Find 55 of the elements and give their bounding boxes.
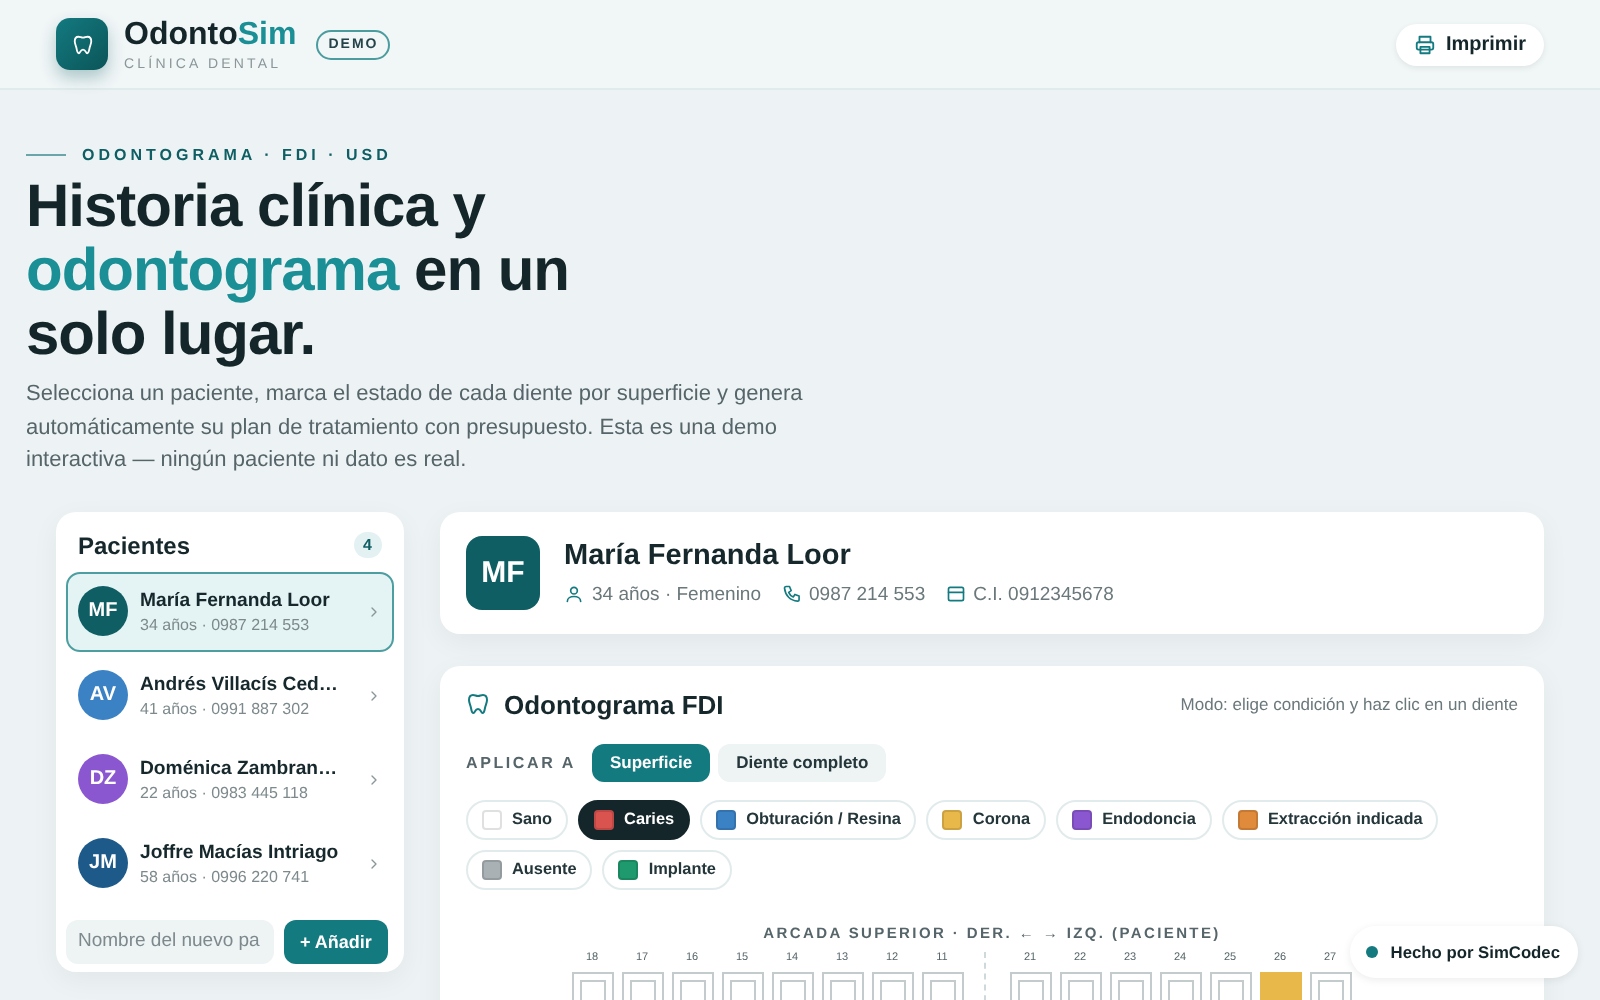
patient-meta: 58 años · 0996 220 741 bbox=[140, 867, 312, 885]
chevron-icon bbox=[366, 603, 382, 619]
patient-item[interactable]: JM Joffre Macías Intriago 58 años · 0996 220 741 bbox=[66, 823, 394, 903]
patient-meta: 22 años · 0983 445 118 bbox=[140, 783, 310, 801]
count-badge: 4 bbox=[353, 532, 382, 558]
patient-avatar: MF bbox=[466, 535, 540, 609]
logo-icon bbox=[56, 18, 108, 70]
chevron-icon bbox=[366, 771, 382, 787]
print-button[interactable]: Imprimir bbox=[1395, 23, 1544, 65]
list-title: Pacientes bbox=[78, 531, 191, 559]
patient-avatar: MF bbox=[78, 586, 128, 636]
patient-item[interactable]: AV Andrés Villacís Ced… 41 años · 0991 887 302 bbox=[66, 655, 394, 735]
patient-id: C.I. 0912345678 bbox=[973, 583, 1114, 605]
section-title: Odontograma FDI bbox=[504, 689, 726, 719]
patient-name: María Fernanda Loor bbox=[140, 589, 332, 611]
patient-avatar: AV bbox=[78, 670, 128, 720]
apply-toggle[interactable]: Superficie bbox=[591, 743, 711, 781]
status-dot bbox=[1366, 946, 1379, 958]
condition-chip[interactable]: Endodoncia bbox=[1056, 799, 1212, 839]
phone-icon bbox=[781, 584, 801, 604]
hero-title: Historia clínica y odontograma en un solo lugar. bbox=[26, 176, 572, 368]
patient-meta: 41 años · 0991 887 302 bbox=[140, 699, 312, 717]
patient-meta: 34 años · 0987 214 553 bbox=[140, 615, 312, 633]
credit-label: Hecho por SimCodec bbox=[1390, 942, 1560, 962]
chevron-icon bbox=[366, 855, 382, 871]
apply-label: APLICAR A bbox=[466, 753, 576, 771]
patient-item[interactable]: DZ Doménica Zambran… 22 años · 0983 445 118 bbox=[66, 739, 394, 819]
apply-toggle[interactable]: Diente completo bbox=[718, 743, 887, 781]
condition-chip[interactable]: Caries bbox=[578, 799, 691, 839]
mode-hint: Modo: elige condición y haz clic en un diente bbox=[1180, 694, 1518, 714]
printer-icon bbox=[1413, 33, 1436, 55]
new-patient-field[interactable]: Nombre del nuevo pa bbox=[66, 919, 274, 963]
patient-phone: 0987 214 553 bbox=[809, 583, 926, 605]
condition-chip[interactable]: Corona bbox=[926, 799, 1047, 839]
patient-name: Doménica Zambran… bbox=[140, 757, 340, 779]
condition-chip[interactable]: Sano bbox=[466, 799, 569, 839]
tooth-icon bbox=[466, 692, 490, 716]
condition-chip[interactable]: Implante bbox=[602, 849, 732, 889]
patient-name: María Fernanda Loor bbox=[564, 539, 853, 571]
condition-chip[interactable]: Extracción indicada bbox=[1221, 799, 1439, 839]
add-button[interactable]: + Añadir bbox=[284, 919, 388, 963]
hero-description: Selecciona un paciente, marca el estado de cada diente por superficie y genera automáticamente su plan de tratamiento con presupuesto. Esta es una demo interactiva — ningún paciente ni dato es real. bbox=[26, 380, 805, 476]
patient-age-sex: 34 años · Femenino bbox=[592, 583, 761, 605]
patient-item[interactable]: MF María Fernanda Loor 34 años · 0987 214 553 bbox=[66, 571, 394, 651]
patient-avatar: JM bbox=[78, 838, 128, 888]
condition-chip[interactable]: Obturación / Resina bbox=[700, 799, 917, 839]
condition-chip[interactable]: Ausente bbox=[466, 849, 593, 889]
chevron-icon bbox=[366, 687, 382, 703]
patient-avatar: DZ bbox=[78, 754, 128, 804]
patient-name: Andrés Villacís Ced… bbox=[140, 673, 340, 695]
patient-name: Joffre Macías Intriago bbox=[140, 841, 341, 863]
person-icon bbox=[564, 584, 584, 604]
eyebrow-label: ODONTOGRAMA · FDI · USD bbox=[82, 146, 392, 164]
brand-name: OdontoSim bbox=[124, 17, 297, 53]
card-icon bbox=[945, 584, 966, 604]
